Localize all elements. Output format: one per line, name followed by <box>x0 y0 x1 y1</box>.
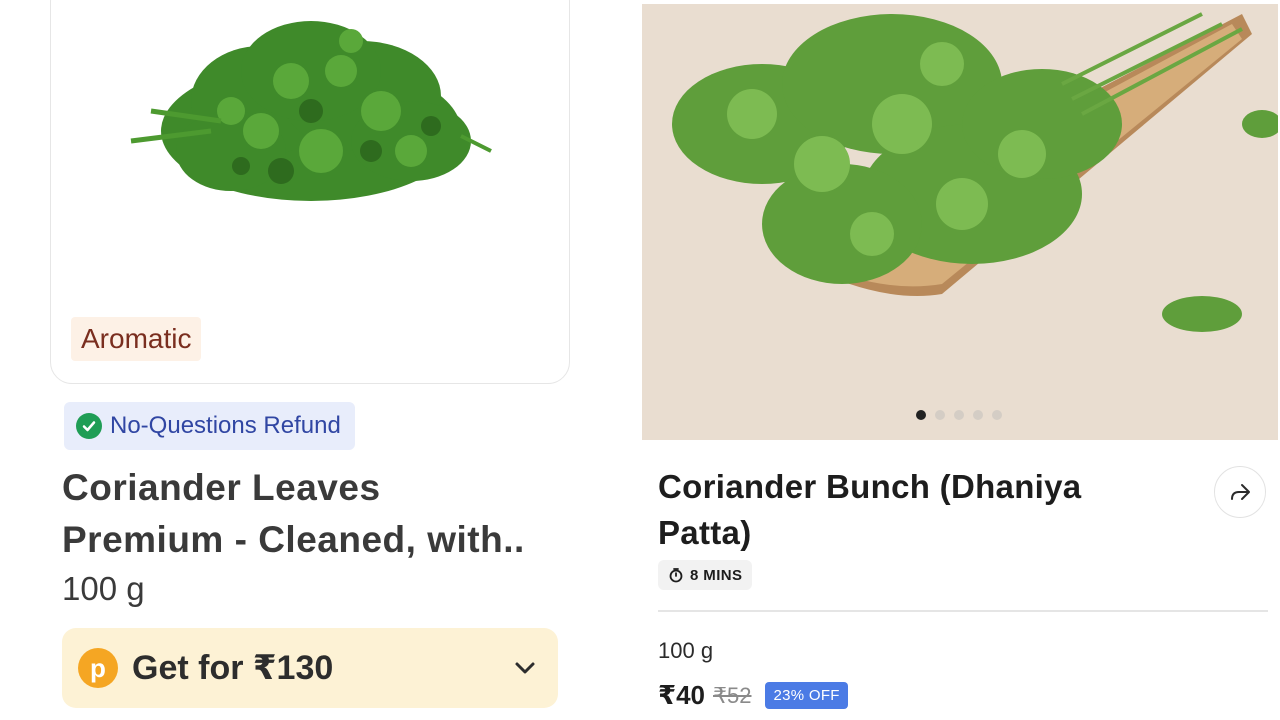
product-title: Coriander Bunch (Dhaniya Patta) <box>658 464 1178 556</box>
selling-price: ₹40 <box>658 680 706 710</box>
product-image-card[interactable]: Aromatic <box>50 0 570 384</box>
carousel-dot[interactable] <box>973 410 983 420</box>
product-title-line: Coriander Leaves <box>62 467 381 508</box>
offer-banner[interactable]: p Get for ₹130 <box>62 628 558 708</box>
comparison-screenshot: Aromatic No-Questions Refund Coriander L… <box>0 0 1280 720</box>
product-title-line: Patta) <box>658 514 752 551</box>
price-row: ₹40 ₹52 23% OFF <box>658 680 848 711</box>
product-weight: 100 g <box>62 570 145 607</box>
offer-brand-icon: p <box>78 648 118 688</box>
delivery-eta-badge: 8 MINS <box>658 560 753 590</box>
mrp-price: ₹52 <box>713 682 752 708</box>
carousel-dot[interactable] <box>916 410 926 420</box>
stopwatch-icon <box>669 568 683 583</box>
refund-label: No-Questions Refund <box>110 412 341 439</box>
product-title-line: Coriander Bunch (Dhaniya <box>658 468 1082 505</box>
divider <box>658 610 1268 612</box>
share-button[interactable] <box>1214 466 1266 518</box>
right-product-listing: Coriander Bunch (Dhaniya Patta) 8 MINS 1… <box>642 0 1280 720</box>
check-circle-icon <box>76 413 102 439</box>
delivery-eta-label: 8 MINS <box>690 566 743 584</box>
carousel-dots <box>916 410 1002 420</box>
carousel-dot[interactable] <box>992 410 1002 420</box>
product-weight: 100 g <box>658 638 714 663</box>
coriander-bunch-image <box>642 4 1278 440</box>
refund-badge: No-Questions Refund <box>64 402 355 450</box>
product-title[interactable]: Coriander Leaves Premium - Cleaned, with… <box>62 462 582 566</box>
product-title-line: Premium - Cleaned, with.. <box>62 519 525 560</box>
left-product-listing: Aromatic No-Questions Refund Coriander L… <box>0 0 620 720</box>
product-tag: Aromatic <box>71 317 202 361</box>
product-image-carousel[interactable] <box>642 4 1278 440</box>
chevron-down-icon[interactable] <box>510 653 540 683</box>
carousel-dot[interactable] <box>935 410 945 420</box>
coriander-leaves-image <box>130 21 492 201</box>
carousel-dot[interactable] <box>954 410 964 420</box>
discount-badge: 23% OFF <box>765 682 848 709</box>
offer-label: Get for ₹130 <box>132 649 334 687</box>
share-arrow-icon <box>1231 484 1250 500</box>
